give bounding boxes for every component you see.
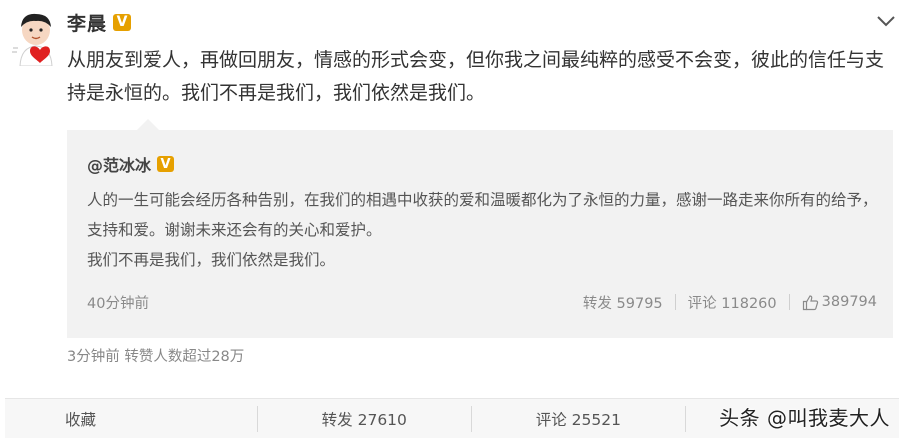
quoted-paragraph: 我们不再是我们，我们依然是我们。: [87, 251, 336, 269]
quoted-author-row: @范冰冰 V: [87, 152, 175, 176]
chevron-down-icon[interactable]: [876, 14, 896, 28]
thumbs-up-icon: [802, 294, 818, 310]
author-name[interactable]: 李晨: [67, 9, 107, 36]
quoted-text: 人的一生可能会经历各种告别，在我们的相遇中收获的爱和温暖都化为了永恒的力量，感谢…: [87, 185, 887, 275]
post-text: 从朋友到爱人，再做回朋友，情感的形式会变，但你我之间最纯粹的感受不会变，彼此的信…: [67, 49, 885, 104]
avatar[interactable]: [12, 10, 62, 67]
watermark: 头条 @叫我麦大人: [719, 405, 890, 430]
quoted-like-button[interactable]: 389794: [802, 294, 877, 311]
post-author-row: 李晨 V: [67, 8, 132, 36]
quote-arrow: [137, 119, 159, 130]
post-meta: 3分钟前 转赞人数超过28万: [67, 349, 245, 365]
quoted-post[interactable]: @范冰冰 V 人的一生可能会经历各种告别，在我们的相遇中收获的爱和温暖都化为了永…: [67, 119, 893, 338]
collect-button[interactable]: 收藏: [5, 399, 257, 438]
quoted-paragraph: 人的一生可能会经历各种告别，在我们的相遇中收获的爱和温暖都化为了永恒的力量，感谢…: [87, 191, 878, 239]
quoted-author-name[interactable]: @范冰冰: [87, 152, 151, 176]
avatar-illustration: [12, 13, 53, 67]
weibo-post: 李晨 V 从朋友到爱人，再做回朋友，情感的形式会变，但你我之间最纯粹的感受不会变…: [0, 0, 904, 438]
comment-button[interactable]: 评论 25521: [472, 399, 685, 438]
quoted-comment-button[interactable]: 评论 118260: [688, 292, 777, 313]
quoted-like-count: 389794: [821, 294, 877, 310]
verified-badge-icon: V: [113, 13, 132, 31]
verified-badge-icon: V: [157, 156, 175, 172]
repost-button[interactable]: 转发 27610: [258, 399, 471, 438]
quoted-meta-row: 40分钟前 转发 59795 评论 118260 389794: [87, 290, 877, 314]
divider: [788, 294, 790, 310]
quoted-timestamp[interactable]: 40分钟前: [87, 292, 583, 313]
divider: [674, 294, 676, 310]
quoted-repost-button[interactable]: 转发 59795: [583, 292, 663, 313]
